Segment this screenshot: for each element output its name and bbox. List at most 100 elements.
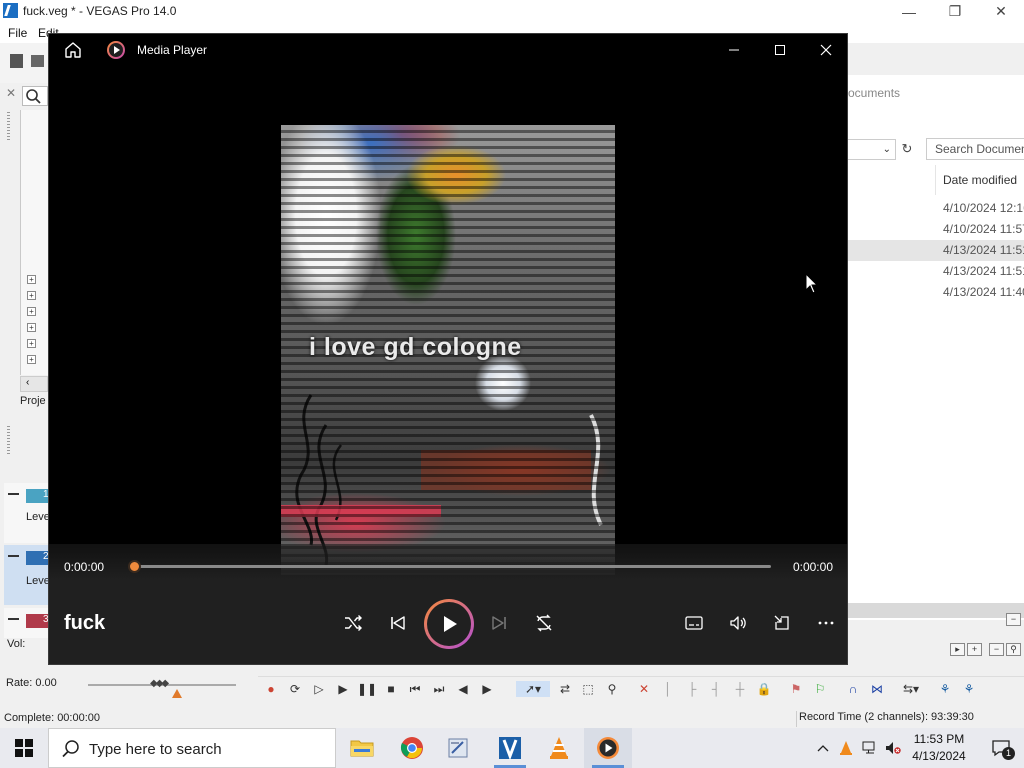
tree-expand-icon[interactable]: + bbox=[27, 307, 36, 316]
snapping-icon[interactable]: ∩ bbox=[845, 681, 861, 697]
panel-close-icon[interactable]: ✕ bbox=[6, 86, 16, 100]
loop-icon[interactable]: ⟳ bbox=[287, 681, 303, 697]
address-dropdown[interactable]: ⌄ bbox=[848, 139, 896, 160]
tree-expand-icon[interactable]: + bbox=[27, 323, 36, 332]
new-file-icon[interactable] bbox=[10, 54, 23, 68]
file-row[interactable]: 4/10/2024 12:16 bbox=[848, 198, 1024, 219]
taskbar-file-explorer[interactable] bbox=[338, 728, 386, 768]
zoom-tool-icon[interactable]: ⚲ bbox=[604, 681, 620, 697]
explorer-search-input[interactable]: Search Documen bbox=[926, 138, 1024, 160]
taskbar-chrome[interactable] bbox=[388, 728, 436, 768]
refresh-icon[interactable]: ↻ bbox=[898, 139, 916, 160]
column-header-date-modified[interactable]: Date modified bbox=[935, 165, 1024, 195]
volume-icon[interactable] bbox=[724, 609, 752, 637]
file-row[interactable]: 4/13/2024 11:51 bbox=[848, 240, 1024, 261]
seek-bar[interactable] bbox=[134, 565, 771, 568]
trim-start-icon[interactable]: ├ bbox=[684, 681, 700, 697]
taskbar-media-player[interactable] bbox=[584, 728, 632, 768]
menu-file[interactable]: File bbox=[8, 26, 27, 40]
file-row[interactable]: 4/13/2024 11:51 bbox=[848, 261, 1024, 282]
network-icon[interactable] bbox=[862, 740, 878, 756]
panel-sash[interactable] bbox=[7, 112, 10, 142]
repeat-icon[interactable] bbox=[530, 609, 558, 637]
clock[interactable]: 11:53 PM 4/13/2024 bbox=[908, 731, 970, 765]
track-header-1[interactable]: 1 Leve bbox=[4, 483, 50, 543]
go-to-end-icon[interactable]: ⏭ bbox=[431, 681, 447, 697]
vegas-restore-button[interactable]: ❐ bbox=[932, 0, 978, 23]
notification-center-button[interactable]: 1 bbox=[978, 728, 1024, 768]
tree-scrollbar[interactable]: ‹ bbox=[20, 376, 48, 392]
vegas-minimize-button[interactable]: — bbox=[886, 0, 932, 23]
previous-frame-icon[interactable]: ◀ bbox=[455, 681, 471, 697]
vlc-tray-icon[interactable] bbox=[838, 740, 854, 756]
lock-envelopes-icon[interactable]: ⚘ bbox=[937, 681, 953, 697]
split-icon[interactable]: ┼ bbox=[732, 681, 748, 697]
zoom-in-icon[interactable]: + bbox=[967, 643, 982, 656]
trim-icon[interactable]: │ bbox=[660, 681, 676, 697]
tab-project-media[interactable]: Proje bbox=[20, 395, 46, 407]
normal-edit-tool-icon[interactable]: ➚▾ bbox=[516, 681, 550, 697]
pause-icon[interactable]: ❚❚ bbox=[357, 681, 377, 697]
envelope-tool-icon[interactable]: ⇄ bbox=[557, 681, 573, 697]
tree-expand-icon[interactable]: + bbox=[27, 339, 36, 348]
play-icon[interactable]: ▶ bbox=[335, 681, 351, 697]
scroll-right-icon[interactable]: ▸ bbox=[950, 643, 965, 656]
stop-icon[interactable]: ■ bbox=[383, 681, 399, 697]
next-frame-icon[interactable]: ▶ bbox=[479, 681, 495, 697]
track-collapse-icon[interactable] bbox=[8, 493, 19, 495]
selection-tool-icon[interactable]: ⬚ bbox=[580, 681, 596, 697]
file-row[interactable]: 4/10/2024 11:57 bbox=[848, 219, 1024, 240]
mp-close-button[interactable] bbox=[803, 34, 849, 66]
record-icon[interactable]: ● bbox=[263, 681, 279, 697]
mp-minimize-button[interactable] bbox=[711, 34, 757, 66]
play-button[interactable] bbox=[424, 599, 474, 649]
file-row[interactable]: 4/13/2024 11:40 bbox=[848, 282, 1024, 303]
trim-end-icon[interactable]: ┤ bbox=[708, 681, 724, 697]
home-icon[interactable] bbox=[63, 40, 83, 60]
vegas-close-button[interactable]: ✕ bbox=[978, 0, 1024, 23]
video-frame[interactable]: i love gd cologne bbox=[281, 125, 615, 575]
track-collapse-icon[interactable] bbox=[8, 618, 19, 620]
explorer-search-icon[interactable] bbox=[22, 86, 48, 106]
region-icon[interactable]: ⚐ bbox=[812, 681, 828, 697]
panel-sash[interactable] bbox=[7, 426, 10, 456]
next-icon[interactable] bbox=[485, 609, 513, 637]
play-from-start-icon[interactable]: ▷ bbox=[311, 681, 327, 697]
taskbar-vegas-pro[interactable] bbox=[486, 728, 534, 768]
open-folder-icon[interactable] bbox=[31, 55, 44, 67]
track-collapse-icon[interactable] bbox=[8, 555, 19, 557]
delete-icon[interactable]: ✕ bbox=[636, 681, 652, 697]
shuffle-icon[interactable] bbox=[339, 609, 367, 637]
captions-icon[interactable] bbox=[680, 609, 708, 637]
rate-keyframe-icon: ◆◆◆ bbox=[150, 678, 169, 689]
miniplayer-icon[interactable] bbox=[768, 609, 796, 637]
zoom-tool-icon[interactable]: ⚲ bbox=[1006, 643, 1021, 656]
taskbar-search-box[interactable]: Type here to search bbox=[48, 728, 336, 768]
explorer-breadcrumb[interactable]: ocuments bbox=[848, 86, 900, 100]
auto-crossfade-icon[interactable]: ⋈ bbox=[869, 681, 885, 697]
tree-expand-icon[interactable]: + bbox=[27, 355, 36, 364]
show-hidden-icons-icon[interactable] bbox=[815, 740, 831, 756]
track-number: 3 bbox=[26, 614, 49, 628]
more-icon[interactable] bbox=[812, 609, 840, 637]
track-header-3[interactable]: 3 bbox=[4, 608, 49, 638]
ripple-edit-icon[interactable]: ⇆▾ bbox=[896, 681, 926, 697]
previous-icon[interactable] bbox=[384, 609, 412, 637]
minimize-track-icon[interactable]: − bbox=[1006, 613, 1021, 626]
tree-expand-icon[interactable]: + bbox=[27, 291, 36, 300]
mp-maximize-button[interactable] bbox=[757, 34, 803, 66]
tree-expand-icon[interactable]: + bbox=[27, 275, 36, 284]
seek-thumb[interactable] bbox=[127, 560, 141, 573]
taskbar-script-editor[interactable] bbox=[434, 728, 482, 768]
volume-muted-icon[interactable] bbox=[885, 740, 901, 756]
track-header-2[interactable]: 2 Leve bbox=[4, 545, 50, 605]
zoom-out-icon[interactable]: − bbox=[989, 643, 1004, 656]
ignore-grouping-icon[interactable]: ⚘ bbox=[961, 681, 977, 697]
rate-slider-thumb[interactable] bbox=[172, 689, 182, 698]
taskbar-vlc[interactable] bbox=[535, 728, 583, 768]
start-button[interactable] bbox=[0, 728, 48, 768]
go-to-start-icon[interactable]: ⏮ bbox=[407, 681, 423, 697]
lock-icon[interactable]: 🔒 bbox=[756, 681, 772, 697]
explorer-scrollbar[interactable] bbox=[848, 603, 1024, 618]
marker-icon[interactable]: ⚑ bbox=[788, 681, 804, 697]
